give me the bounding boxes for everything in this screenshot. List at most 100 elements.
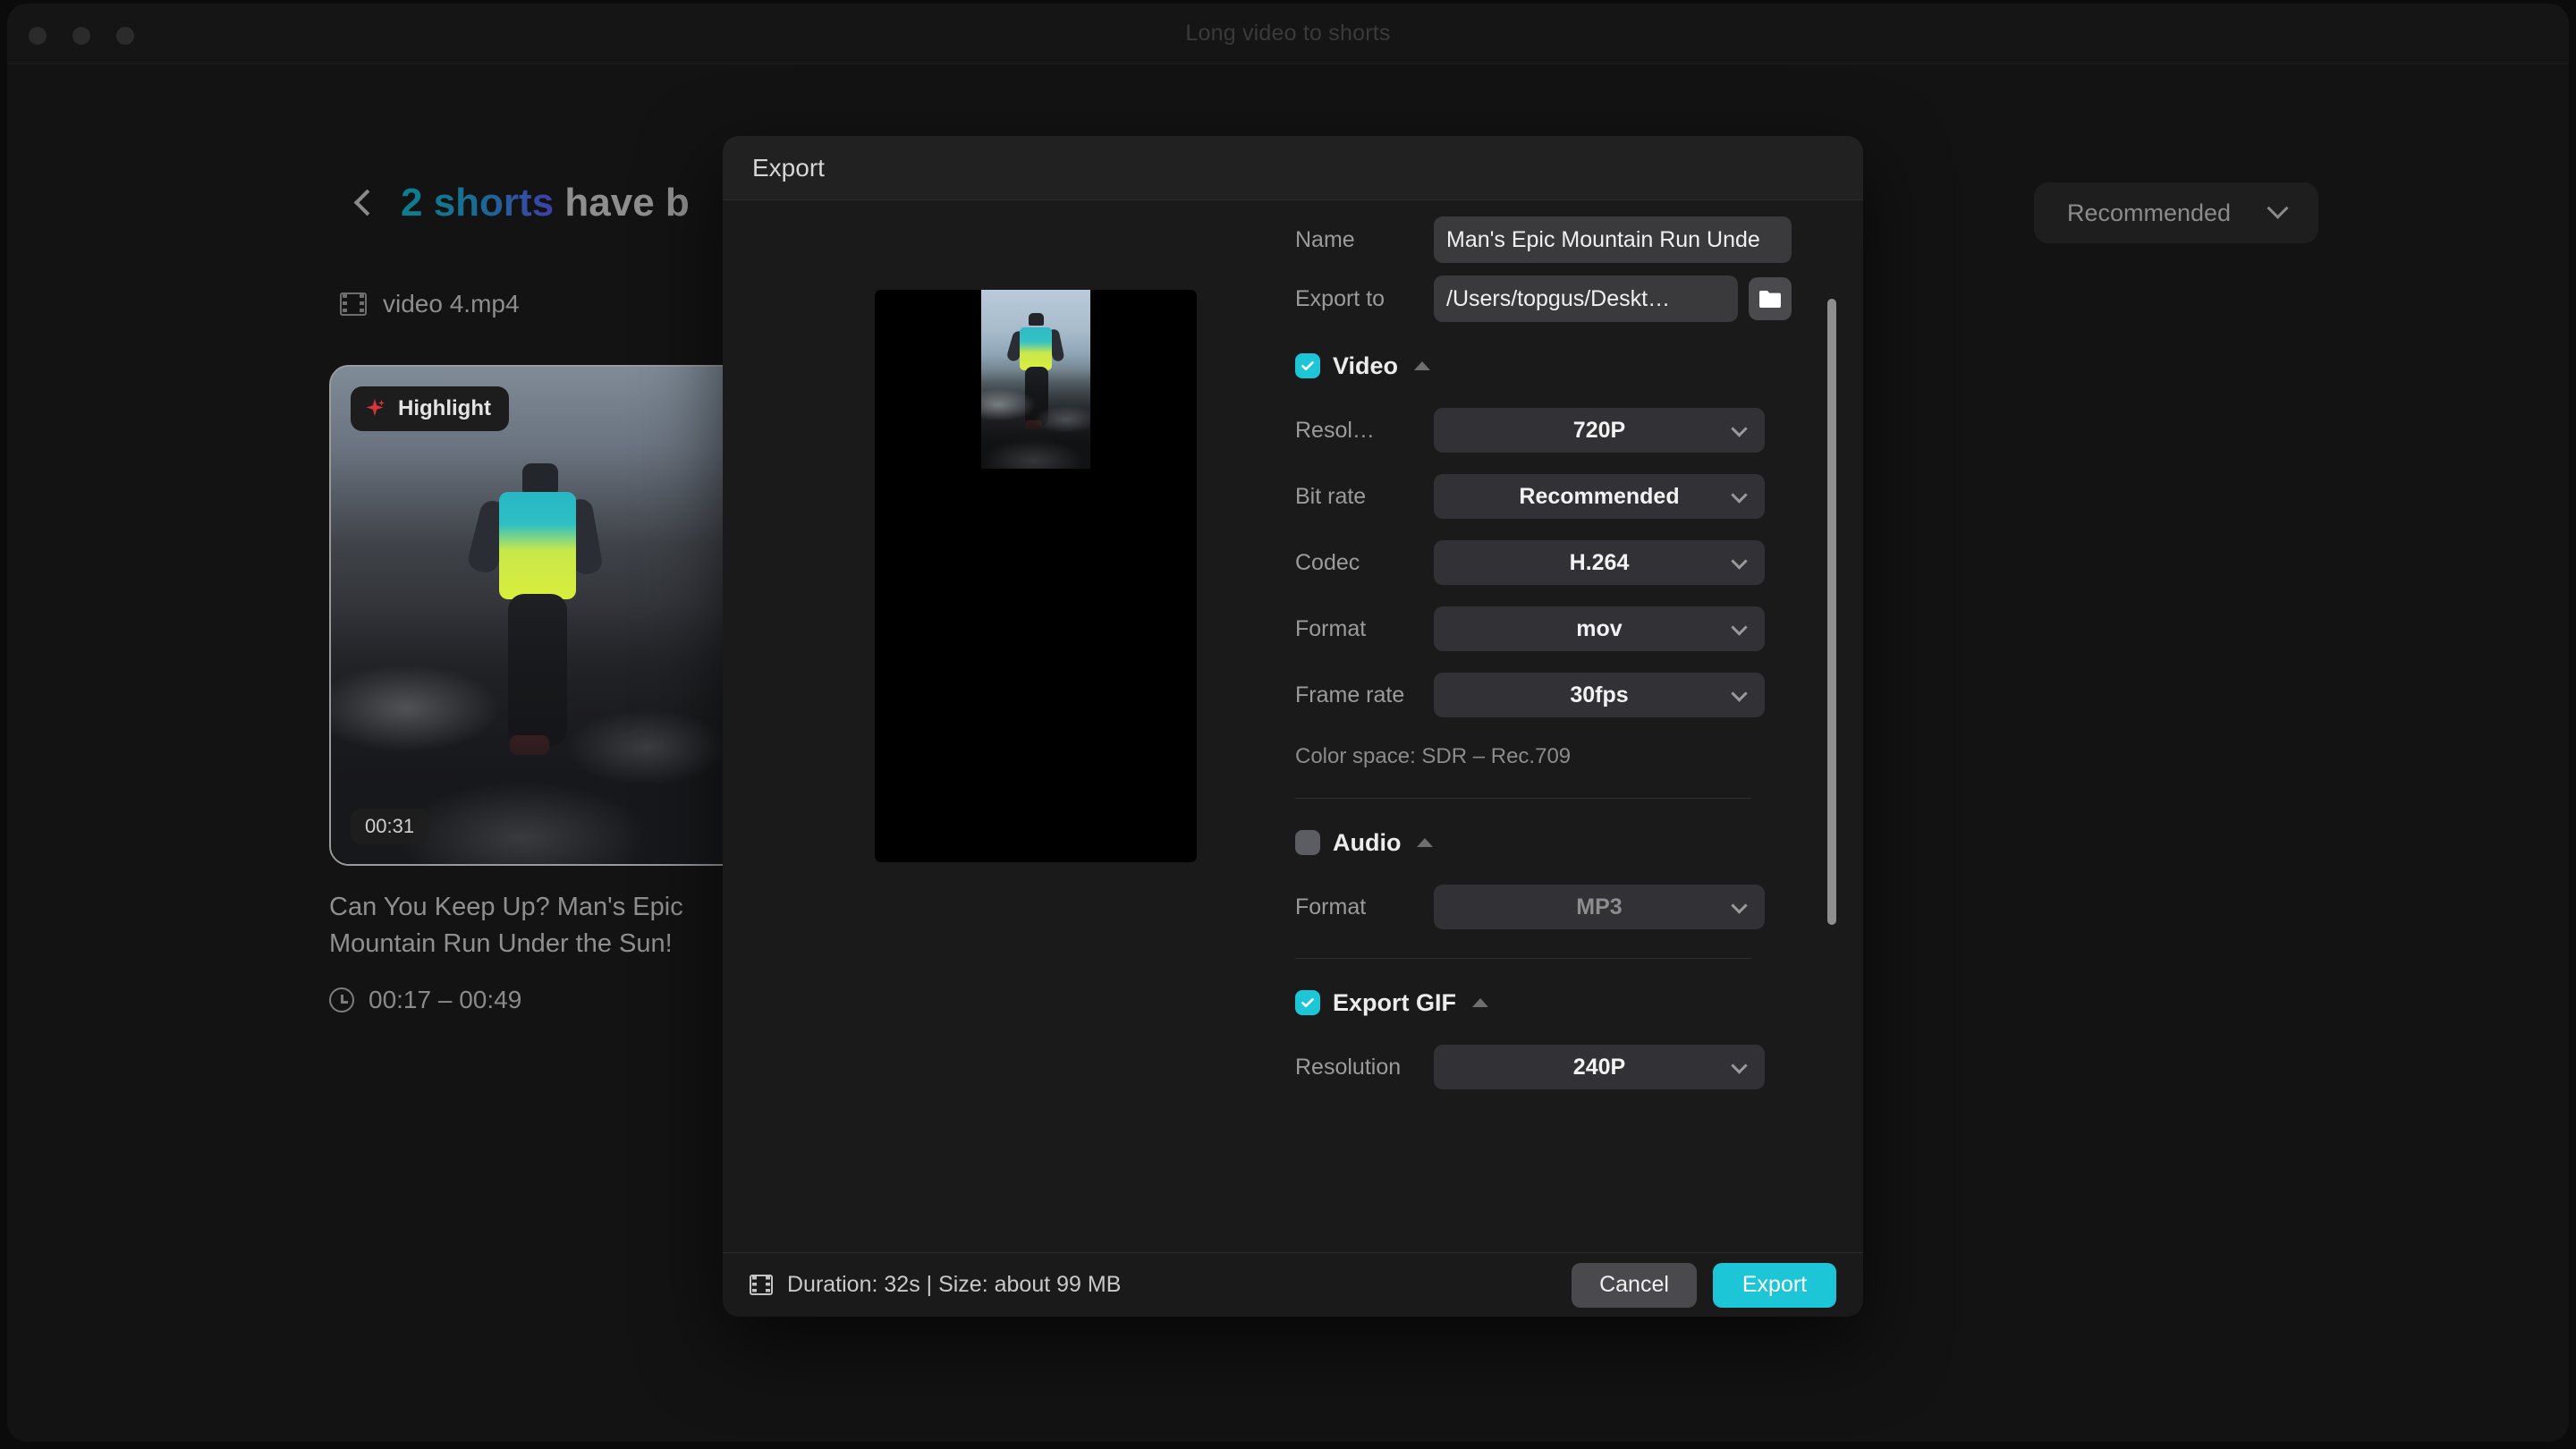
short-card[interactable]: Highlight 00:31 Can You Keep Up? Man's E… [329, 365, 750, 1014]
framerate-row: Frame rate 30fps [1295, 673, 1796, 717]
duration-badge: 00:31 [351, 809, 429, 844]
highlight-badge-label: Highlight [398, 396, 491, 420]
resolution-select[interactable]: 720P [1434, 408, 1765, 453]
caret-up-icon[interactable] [1472, 998, 1489, 1007]
audio-section-title: Audio [1333, 828, 1402, 856]
export-to-row: Export to [1295, 275, 1796, 322]
bitrate-value: Recommended [1519, 483, 1680, 509]
page-title: 2 shorts have b [401, 181, 690, 225]
video-format-value: mov [1576, 615, 1623, 641]
export-dialog: Export Name Man's Epic Mountain Run Unde… [723, 136, 1863, 1317]
video-section-title: Video [1333, 352, 1399, 379]
video-format-select[interactable]: mov [1434, 606, 1765, 651]
framerate-label: Frame rate [1295, 682, 1405, 708]
caret-up-icon[interactable] [1417, 838, 1434, 847]
color-space-note: Color space: SDR – Rec.709 [1295, 744, 1572, 768]
folder-icon[interactable] [1749, 277, 1792, 320]
bitrate-label: Bit rate [1295, 483, 1367, 509]
gif-section-header: Export GIF [1295, 982, 1796, 1023]
name-label: Name [1295, 226, 1355, 252]
audio-section-header: Audio [1295, 822, 1796, 863]
audio-format-row: Format MP3 [1295, 885, 1796, 929]
chevron-down-icon [1731, 420, 1748, 437]
resolution-row: Resol… 720P [1295, 408, 1796, 453]
video-format-label: Format [1295, 615, 1367, 641]
page-heading-row: 2 shorts have b [347, 181, 690, 225]
footer-actions: Cancel Export [1572, 1262, 1836, 1308]
audio-format-select[interactable]: MP3 [1434, 885, 1765, 929]
export-meta-text: Duration: 32s | Size: about 99 MB [787, 1272, 1122, 1297]
settings-scrollbar-track[interactable] [1827, 299, 1836, 1005]
gif-resolution-label: Resolution [1295, 1054, 1402, 1080]
video-section-header: Video [1295, 345, 1796, 386]
chevron-down-icon [1731, 619, 1748, 636]
source-file-name: video 4.mp4 [383, 290, 520, 318]
gif-section: Export GIF Resolution 240P [1295, 982, 1796, 1089]
film-icon [750, 1275, 773, 1295]
caret-up-icon[interactable] [1414, 361, 1431, 370]
chevron-left-icon[interactable] [347, 188, 377, 218]
chevron-down-icon [1731, 1057, 1748, 1074]
export-button[interactable]: Export [1713, 1262, 1836, 1308]
video-checkbox[interactable] [1295, 353, 1320, 378]
settings-scrollbar-thumb[interactable] [1827, 299, 1836, 925]
sort-dropdown[interactable]: Recommended [2034, 182, 2318, 243]
bitrate-select[interactable]: Recommended [1434, 474, 1765, 519]
preview-terrain [981, 370, 1090, 469]
short-caption: Can You Keep Up? Man's Epic Mountain Run… [329, 893, 683, 959]
sparkle-icon [365, 398, 386, 419]
gif-resolution-row: Resolution 240P [1295, 1045, 1796, 1089]
window-titlebar: Long video to shorts [7, 4, 2569, 64]
export-form: Name Export to [1295, 216, 1796, 1089]
export-dialog-title: Export [752, 153, 825, 182]
export-dialog-header: Export [723, 136, 1863, 200]
audio-checkbox[interactable] [1295, 830, 1320, 855]
codec-label: Codec [1295, 549, 1360, 575]
gif-resolution-value: 240P [1572, 1054, 1626, 1080]
app-window: Long video to shorts 2 shorts have b vid… [7, 4, 2569, 1442]
short-time-range-label: 00:17 – 00:49 [369, 986, 522, 1014]
audio-format-value: MP3 [1576, 894, 1623, 919]
chevron-down-icon [1731, 487, 1748, 504]
name-row: Name [1295, 216, 1796, 263]
audio-section: Audio Format MP3 [1295, 822, 1796, 959]
page-title-rest: have b [554, 181, 690, 225]
short-thumbnail[interactable]: Highlight 00:31 [329, 365, 750, 866]
film-icon [340, 292, 367, 316]
gif-resolution-select[interactable]: 240P [1434, 1045, 1765, 1089]
codec-select[interactable]: H.264 [1434, 540, 1765, 585]
gif-section-title: Export GIF [1333, 988, 1457, 1016]
export-dialog-footer: Duration: 32s | Size: about 99 MB Cancel… [723, 1252, 1863, 1317]
export-dialog-body: Name Export to [723, 200, 1863, 1252]
cancel-button[interactable]: Cancel [1572, 1262, 1697, 1308]
clock-icon [329, 987, 354, 1013]
bitrate-row: Bit rate Recommended [1295, 474, 1796, 519]
chevron-down-icon [2267, 197, 2289, 219]
name-input[interactable] [1434, 216, 1792, 263]
framerate-select[interactable]: 30fps [1434, 673, 1765, 717]
gif-checkbox[interactable] [1295, 990, 1320, 1015]
source-file-row: video 4.mp4 [340, 290, 520, 318]
page-title-count: 2 shorts [401, 181, 555, 225]
section-divider [1295, 798, 1751, 799]
export-path-input[interactable] [1434, 275, 1738, 322]
chevron-down-icon [1731, 685, 1748, 702]
chevron-down-icon [1731, 553, 1748, 570]
export-meta: Duration: 32s | Size: about 99 MB [750, 1272, 1121, 1298]
chevron-down-icon [1731, 897, 1748, 914]
framerate-value: 30fps [1570, 682, 1629, 708]
sort-dropdown-label: Recommended [2066, 199, 2232, 226]
export-preview [875, 290, 1197, 862]
audio-format-label: Format [1295, 894, 1367, 919]
section-divider [1295, 958, 1751, 959]
short-time-range: 00:17 – 00:49 [329, 986, 750, 1014]
codec-value: H.264 [1569, 549, 1630, 575]
resolution-label: Resol… [1295, 417, 1375, 443]
resolution-value: 720P [1572, 417, 1626, 443]
codec-row: Codec H.264 [1295, 540, 1796, 585]
video-section: Video Resol… 720P Bit rate Recommended C… [1295, 345, 1796, 799]
highlight-badge: Highlight [351, 386, 509, 431]
window-title: Long video to shorts [1185, 21, 1391, 46]
export-preview-frame [981, 290, 1090, 469]
export-to-label: Export to [1295, 285, 1385, 311]
